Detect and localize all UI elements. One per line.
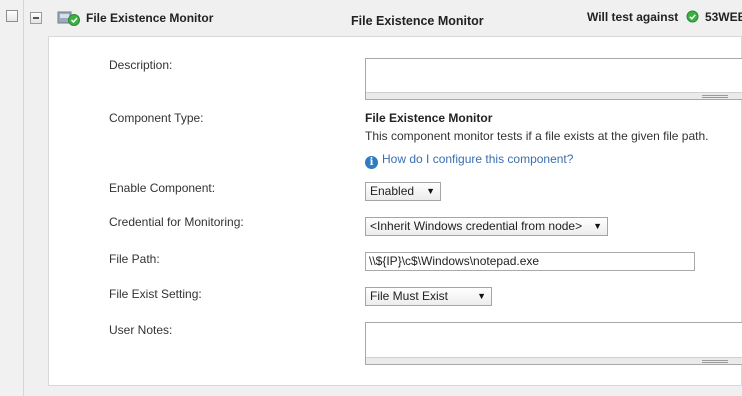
info-icon: i	[365, 156, 378, 169]
resize-grip[interactable]	[366, 357, 742, 364]
resize-grip[interactable]	[366, 92, 742, 99]
user-notes-label: User Notes:	[109, 323, 173, 337]
component-panel: File Existence Monitor File Existence Mo…	[24, 0, 742, 396]
node-status-up-icon	[686, 10, 699, 23]
credential-select[interactable]: <Inherit Windows credential from node> ▼	[365, 217, 608, 236]
page-title: File Existence Monitor	[351, 14, 484, 28]
dropdown-arrow-icon: ▼	[477, 291, 486, 301]
configure-help-text[interactable]: How do I configure this component?	[382, 152, 573, 166]
dropdown-arrow-icon: ▼	[426, 186, 435, 196]
settings-form: Description: Component Type: File Existe…	[48, 36, 742, 386]
component-type-value: File Existence Monitor	[365, 111, 493, 125]
dropdown-arrow-icon: ▼	[593, 221, 602, 231]
node-name[interactable]: 53WEB	[705, 10, 742, 24]
component-title: File Existence Monitor	[86, 11, 214, 25]
component-type-label: Component Type:	[109, 111, 204, 125]
will-test-label: Will test against	[587, 10, 679, 24]
file-exist-setting-value: File Must Exist	[370, 289, 449, 303]
enable-component-select[interactable]: Enabled ▼	[365, 182, 441, 201]
credential-value: <Inherit Windows credential from node>	[370, 219, 583, 233]
user-notes-textarea[interactable]	[365, 322, 742, 365]
collapse-button[interactable]	[30, 12, 42, 24]
file-exist-setting-label: File Exist Setting:	[109, 287, 202, 301]
file-path-label: File Path:	[109, 252, 160, 266]
configure-help-link[interactable]: i How do I configure this component?	[365, 152, 573, 169]
file-path-input[interactable]: \\${IP}\c$\Windows\notepad.exe	[365, 252, 695, 271]
enable-component-value: Enabled	[370, 184, 415, 198]
enable-component-label: Enable Component:	[109, 181, 216, 195]
description-textarea[interactable]	[365, 58, 742, 100]
description-label: Description:	[109, 58, 173, 72]
file-exist-setting-select[interactable]: File Must Exist ▼	[365, 287, 492, 306]
selection-column	[0, 0, 24, 396]
monitor-component-icon	[57, 11, 80, 26]
credential-label: Credential for Monitoring:	[109, 215, 244, 229]
component-type-description: This component monitor tests if a file e…	[365, 129, 709, 143]
test-node-indicator: Will test against 53WEB	[587, 10, 742, 24]
row-select-checkbox[interactable]	[6, 10, 18, 22]
